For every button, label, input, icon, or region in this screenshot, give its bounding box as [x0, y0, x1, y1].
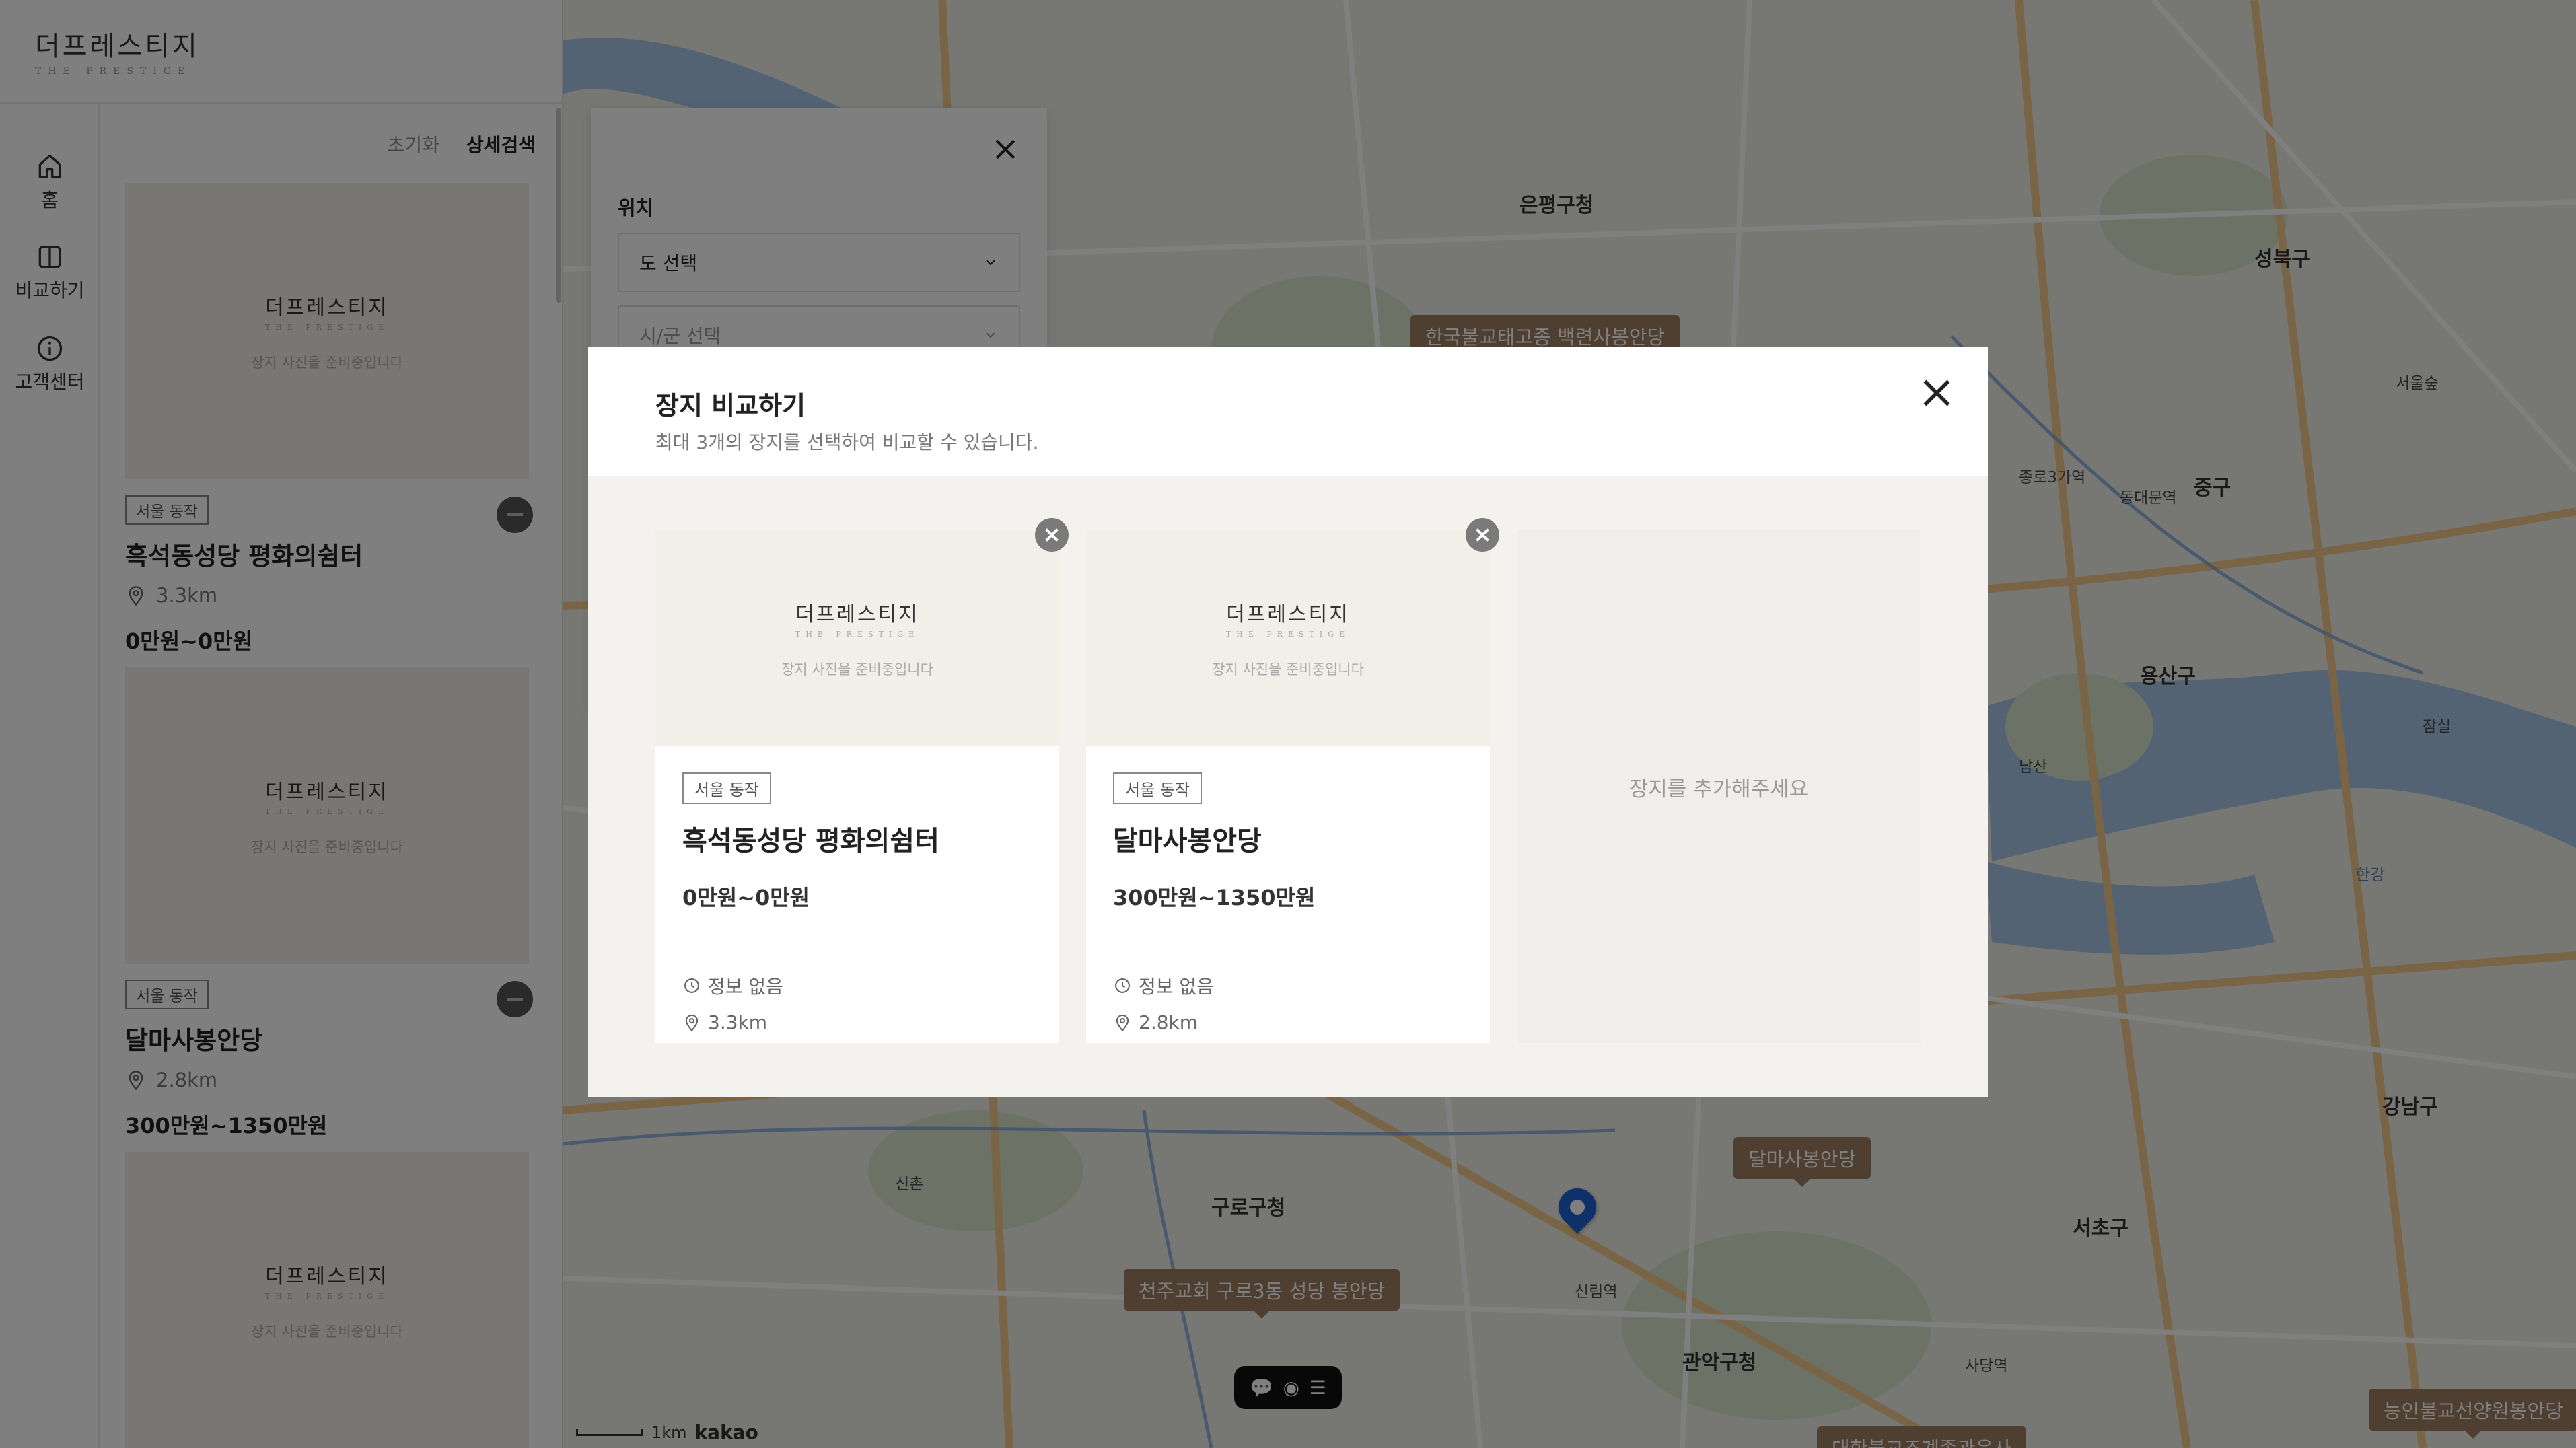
clock-icon [684, 978, 699, 993]
compare-card[interactable]: 더프레스티지 THE PRESTIGE 장지 사진을 준비중입니다 서울 동작 … [1086, 518, 1499, 1043]
hours-row: 정보 없음 [682, 972, 1032, 999]
modal-header: 장지 비교하기 최대 3개의 장지를 선택하여 비교할 수 있습니다. [588, 347, 1988, 476]
region-tag: 서울 동작 [1113, 772, 1202, 804]
clock-icon [1115, 978, 1130, 993]
compare-card[interactable]: 더프레스티지 THE PRESTIGE 장지 사진을 준비중입니다 서울 동작 … [655, 518, 1069, 1043]
placeholder-logo: 더프레스티지 [795, 602, 919, 626]
compare-slots: 더프레스티지 THE PRESTIGE 장지 사진을 준비중입니다 서울 동작 … [588, 476, 1988, 1097]
empty-compare-slot[interactable]: 장지를 추가해주세요 [1517, 530, 1921, 1043]
placeholder-logo-sub: THE PRESTIGE [1225, 629, 1351, 639]
placeholder-note: 장지 사진을 준비중입니다 [1212, 661, 1364, 678]
location-icon [685, 1014, 699, 1031]
compare-modal: 장지 비교하기 최대 3개의 장지를 선택하여 비교할 수 있습니다. 더프레스… [588, 347, 1988, 1097]
distance-value: 3.3km [708, 1011, 768, 1034]
price-range: 300만원~1350만원 [1113, 885, 1316, 910]
place-name: 흑석동성당 평화의쉼터 [682, 826, 939, 857]
distance-value: 2.8km [1139, 1011, 1198, 1034]
photo-placeholder: 더프레스티지 THE PRESTIGE 장지 사진을 준비중입니다 [655, 530, 1059, 746]
hours-value: 정보 없음 [708, 976, 783, 998]
meta-list: 정보 없음 3.3km [682, 972, 1032, 1034]
photo-placeholder: 더프레스티지 THE PRESTIGE 장지 사진을 준비중입니다 [1086, 530, 1490, 746]
hours-value: 정보 없음 [1139, 976, 1214, 998]
hours-row: 정보 없음 [1113, 972, 1463, 999]
region-tag: 서울 동작 [682, 772, 771, 804]
price-range: 0만원~0만원 [682, 885, 810, 910]
placeholder-logo-sub: THE PRESTIGE [795, 629, 920, 639]
empty-slot-text: 장지를 추가해주세요 [1629, 776, 1809, 801]
remove-item-button[interactable] [1035, 518, 1069, 552]
distance-row: 2.8km [1113, 1011, 1463, 1034]
placeholder-logo: 더프레스티지 [1226, 602, 1350, 626]
remove-item-button[interactable] [1466, 518, 1499, 552]
modal-subtitle: 최대 3개의 장지를 선택하여 비교할 수 있습니다. [655, 431, 1039, 454]
close-icon[interactable] [1917, 373, 1957, 413]
location-icon [1116, 1014, 1129, 1031]
compare-card-info: 서울 동작 달마사봉안당 300만원~1350만원 정보 없음 2.8km [1086, 746, 1490, 1034]
modal-title: 장지 비교하기 [655, 391, 806, 421]
place-name: 달마사봉안당 [1113, 826, 1262, 857]
meta-list: 정보 없음 2.8km [1113, 972, 1463, 1034]
compare-card-info: 서울 동작 흑석동성당 평화의쉼터 0만원~0만원 정보 없음 3.3km [655, 746, 1059, 1034]
distance-row: 3.3km [682, 1011, 1032, 1034]
placeholder-note: 장지 사진을 준비중입니다 [781, 661, 933, 678]
